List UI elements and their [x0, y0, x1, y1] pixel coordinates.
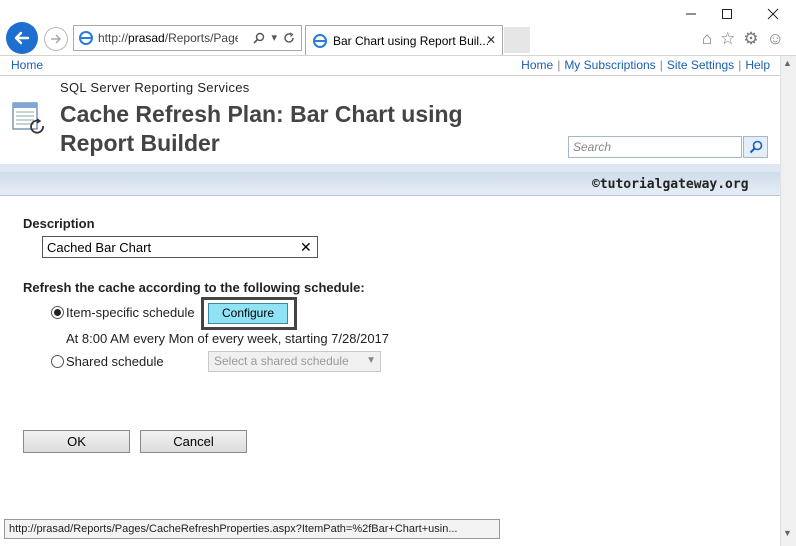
cancel-button[interactable]: Cancel: [140, 430, 247, 453]
search-icon[interactable]: [253, 32, 265, 44]
item-specific-label: Item-specific schedule: [66, 305, 195, 320]
ssrs-topbar: Home Home | My Subscriptions | Site Settings…: [0, 56, 780, 76]
browser-tools: ⌂ ☆ ⚙ ☺: [702, 29, 784, 49]
my-subscriptions-link[interactable]: My Subscriptions: [564, 58, 655, 72]
close-window-icon[interactable]: [758, 4, 788, 24]
description-input[interactable]: Cached Bar Chart: [42, 236, 318, 258]
link-separator: |: [659, 58, 663, 72]
header-band-top: [0, 164, 780, 172]
help-link[interactable]: Help: [745, 58, 770, 72]
breadcrumb-home-link[interactable]: Home: [11, 58, 43, 72]
favorites-star-icon[interactable]: ☆: [720, 29, 735, 49]
dropdown-arrow-icon[interactable]: ▾: [271, 31, 277, 44]
tab-title: Bar Chart using Report Buil...: [333, 33, 490, 48]
search-input[interactable]: Search: [568, 136, 742, 158]
browser-chrome: http://prasad/Reports/Pages ▾ Bar Chart …: [0, 0, 796, 56]
maximize-icon[interactable]: [712, 4, 742, 24]
refresh-icon[interactable]: [283, 31, 295, 44]
address-bar[interactable]: http://prasad/Reports/Pages ▾: [73, 25, 302, 51]
minimize-icon[interactable]: [676, 4, 706, 24]
site-settings-link[interactable]: Site Settings: [667, 58, 734, 72]
chevron-down-icon: ▼: [366, 355, 376, 366]
page-title: Cache Refresh Plan: Bar Chart using Repo…: [60, 101, 463, 156]
back-button[interactable]: [6, 22, 38, 54]
cache-refresh-icon: [12, 102, 46, 136]
configure-button[interactable]: Configure: [208, 303, 288, 324]
product-name: SQL Server Reporting Services: [60, 80, 250, 95]
global-links: Home | My Subscriptions | Site Settings | Help: [521, 58, 770, 72]
link-separator: |: [738, 58, 742, 72]
new-tab-button[interactable]: [504, 27, 530, 53]
description-label: Description: [23, 216, 95, 231]
refresh-schedule-label: Refresh the cache according to the follo…: [23, 280, 365, 295]
home-icon[interactable]: ⌂: [702, 29, 712, 49]
shared-schedule-placeholder: Select a shared schedule: [214, 354, 349, 368]
shared-schedule-select[interactable]: Select a shared schedule ▼: [208, 351, 381, 372]
address-url: http://prasad/Reports/Pages: [98, 31, 238, 45]
clear-icon[interactable]: ✕: [300, 239, 312, 256]
arrow-left-icon: [14, 31, 30, 45]
ie-tab-icon: [313, 33, 327, 48]
scroll-down-icon[interactable]: ▼: [783, 528, 792, 538]
browser-tab[interactable]: Bar Chart using Report Buil... ✕: [305, 25, 503, 55]
status-bar: http://prasad/Reports/Pages/CacheRefresh…: [4, 519, 500, 539]
item-specific-radio[interactable]: [51, 306, 64, 319]
shared-schedule-label: Shared schedule: [66, 354, 164, 369]
watermark: ©tutorialgateway.org: [592, 177, 749, 192]
scroll-up-icon[interactable]: ▲: [783, 58, 792, 68]
tab-close-icon[interactable]: ✕: [486, 33, 496, 47]
home-link[interactable]: Home: [521, 58, 553, 72]
vertical-scrollbar[interactable]: [780, 56, 796, 546]
search-button[interactable]: [743, 136, 768, 158]
shared-schedule-radio[interactable]: [51, 355, 64, 368]
link-separator: |: [557, 58, 561, 72]
arrow-right-icon: [51, 34, 62, 44]
search-icon: [749, 140, 762, 154]
smiley-feedback-icon[interactable]: ☺: [767, 29, 784, 49]
schedule-description: At 8:00 AM every Mon of every week, star…: [66, 331, 390, 346]
forward-button[interactable]: [44, 27, 68, 51]
ok-button[interactable]: OK: [23, 430, 130, 453]
ie-page-icon: [79, 31, 93, 45]
gear-icon[interactable]: ⚙: [743, 29, 758, 49]
